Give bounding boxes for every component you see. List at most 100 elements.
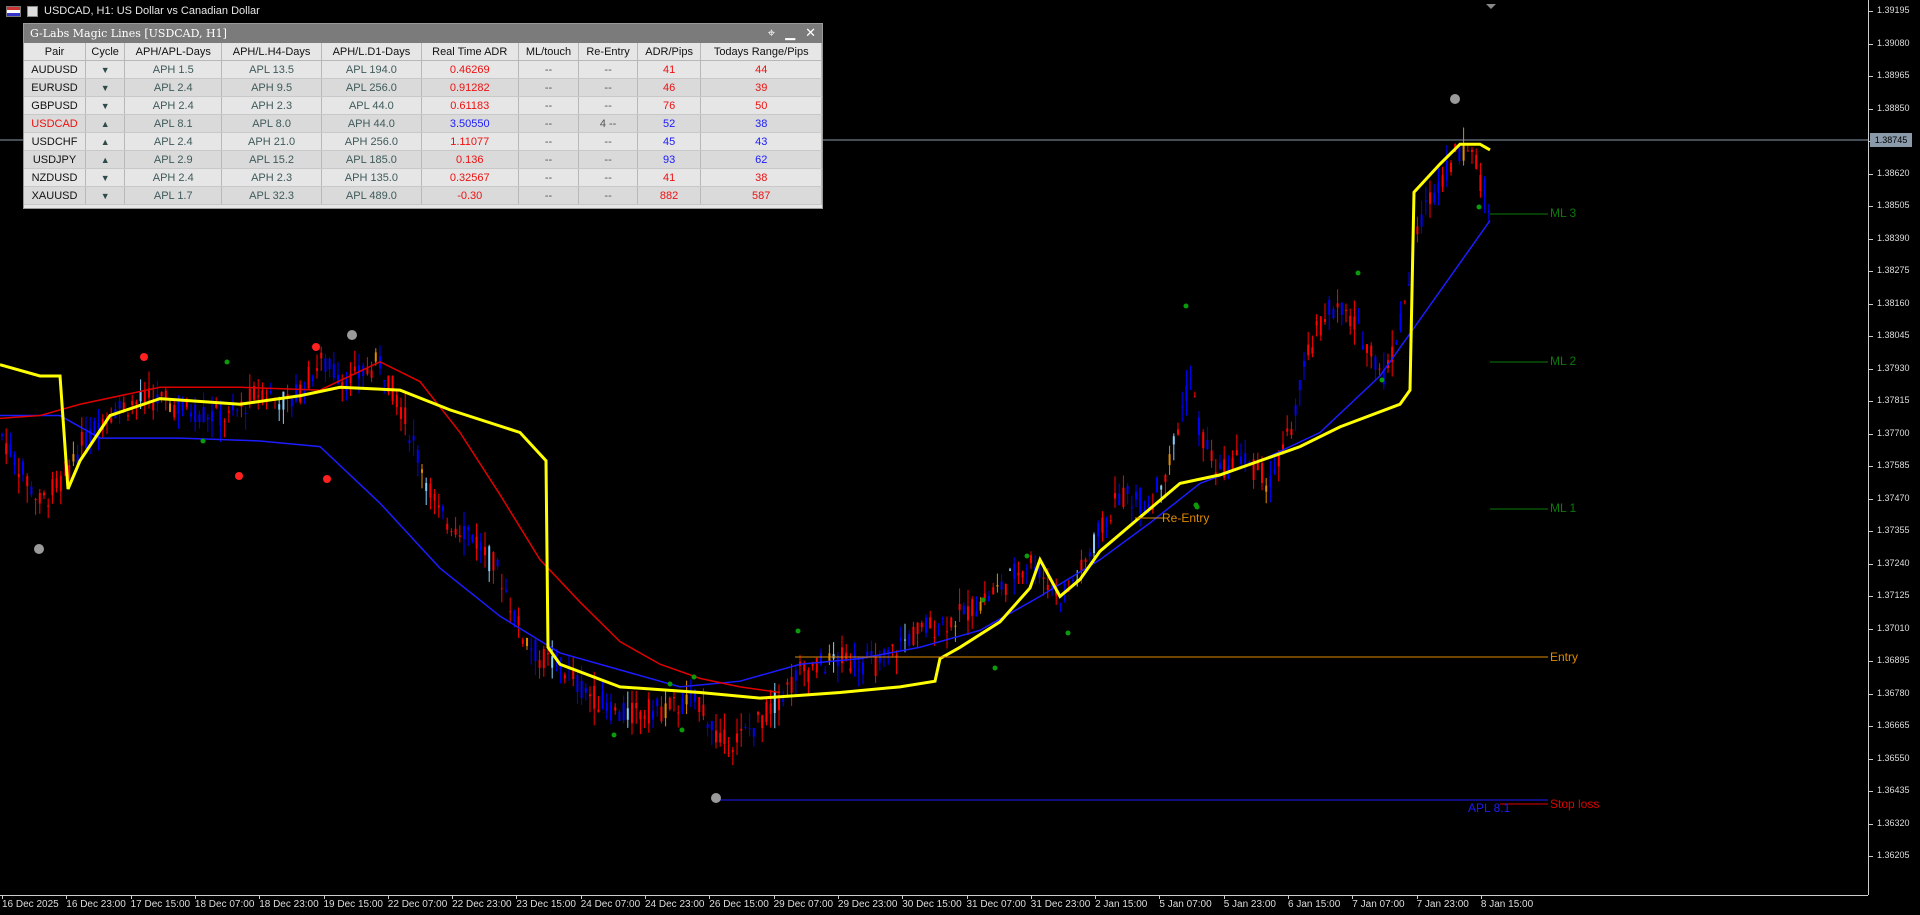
- cycle-up-icon: ▲: [85, 150, 126, 169]
- candle-body: [282, 391, 285, 410]
- candle-body: [85, 431, 87, 449]
- ml-touch-cell: --: [518, 186, 580, 205]
- candle-body: [450, 531, 453, 533]
- time-tick-label: 2 Jan 15:00: [1095, 895, 1148, 910]
- ml-touch-cell: --: [518, 96, 580, 115]
- aph-apl-days-cell: APL 2.4: [124, 132, 223, 151]
- candle-body: [59, 475, 62, 492]
- candle-body: [954, 625, 957, 627]
- pivot-red-dot: [312, 343, 320, 351]
- candle-body: [1374, 356, 1377, 370]
- dashboard-table: Pair Cycle APH/APL-Days APH/L.H4-Days APH/L.…: [24, 43, 822, 205]
- candle-body: [652, 711, 654, 720]
- candle-body: [967, 606, 969, 621]
- candle-body: [639, 711, 642, 720]
- candle-body: [1366, 344, 1368, 353]
- adr-pips-cell: 882: [637, 186, 702, 205]
- candle-body: [1483, 178, 1486, 197]
- table-row[interactable]: EURUSD ▼ APL 2.4 APH 9.5 APL 256.0 0.91282 -- -…: [24, 78, 822, 97]
- candle-body: [127, 415, 129, 417]
- candle-body: [471, 535, 474, 542]
- dashboard-header[interactable]: G-Labs Magic Lines [USDCAD, H1] ⌖ ▁ ✕: [24, 24, 822, 43]
- candle-body: [1433, 192, 1436, 203]
- candle-body: [740, 728, 743, 731]
- candle-body: [853, 653, 856, 669]
- candle-body: [223, 420, 226, 422]
- candle-body: [849, 668, 852, 672]
- candle-body: [290, 398, 293, 407]
- candle-body: [425, 482, 428, 491]
- candle-body: [257, 395, 260, 397]
- time-axis[interactable]: 16 Dec 2025 16 Dec 23:00 17 Dec 15:00 18 De…: [0, 895, 1868, 915]
- price-tick-label: 1.36550: [1869, 753, 1920, 763]
- close-icon[interactable]: ✕: [805, 27, 816, 40]
- candle-body: [295, 384, 297, 401]
- candle-body: [618, 711, 621, 721]
- aph-h4-days-cell: APH 2.3: [221, 168, 322, 187]
- price-tick-label: 1.38160: [1869, 298, 1920, 308]
- pivot-gray-dot: [347, 330, 357, 340]
- table-row[interactable]: USDJPY ▲ APL 2.9 APL 15.2 APL 185.0 0.136 -- --…: [24, 150, 822, 169]
- candle-body: [647, 699, 650, 724]
- candle-body: [248, 388, 251, 401]
- candle-body: [832, 654, 835, 659]
- candle-body: [719, 732, 722, 743]
- aph-h4-days-cell: APH 2.3: [221, 96, 322, 115]
- apl-level-label: APL 8.1: [1468, 801, 1511, 815]
- todays-range-cell: 587: [700, 186, 822, 205]
- aph-apl-days-cell: APH 1.5: [124, 60, 223, 79]
- time-tick-label: 24 Dec 23:00: [645, 895, 705, 910]
- candle-body: [883, 649, 885, 654]
- table-row[interactable]: USDCAD ▲ APL 8.1 APL 8.0 APH 44.0 3.50550 -- 4 …: [24, 114, 822, 133]
- aph-apl-days-cell: APH 2.4: [124, 96, 223, 115]
- pair-cell: XAUUSD: [24, 186, 87, 205]
- reentry-cell: --: [578, 60, 638, 79]
- pivot-green-dot: [980, 597, 986, 603]
- candle-body: [72, 454, 75, 462]
- table-row[interactable]: NZDUSD ▼ APH 2.4 APH 2.3 APH 135.0 0.32567 -- -…: [24, 168, 822, 187]
- time-tick-label: 31 Dec 07:00: [966, 895, 1026, 910]
- current-price-badge: 1.38745: [1870, 133, 1912, 147]
- time-tick-label: 18 Dec 23:00: [259, 895, 319, 910]
- candle-body: [614, 707, 617, 711]
- minimize-icon[interactable]: ▁: [785, 27, 795, 40]
- candle-body: [513, 611, 516, 623]
- candle-body: [1059, 604, 1062, 606]
- ml1-level-label: ML 1: [1550, 501, 1577, 515]
- aph-apl-days-cell: APL 2.9: [124, 150, 223, 169]
- pin-icon[interactable]: ⌖: [768, 27, 775, 40]
- stop-loss-level-label: Stop loss: [1550, 797, 1600, 811]
- candle-body: [269, 391, 272, 393]
- candle-body: [1307, 344, 1310, 356]
- reentry-cell: --: [578, 132, 638, 151]
- candle-body: [1042, 577, 1045, 579]
- candle-body: [908, 634, 911, 646]
- candle-body: [332, 363, 335, 378]
- candle-body: [475, 536, 478, 549]
- candle-body: [1122, 487, 1125, 507]
- candle-body: [584, 687, 587, 693]
- pivot-green-dot: [224, 359, 230, 365]
- candle-body: [1445, 161, 1448, 181]
- candle-body: [1458, 145, 1461, 162]
- price-tick-label: 1.38045: [1869, 330, 1920, 340]
- aph-h4-days-cell: APL 32.3: [221, 186, 322, 205]
- table-row[interactable]: GBPUSD ▼ APH 2.4 APH 2.3 APL 44.0 0.61183 -- --…: [24, 96, 822, 115]
- real-time-adr-cell: 0.32567: [421, 168, 519, 187]
- candle-body: [34, 499, 37, 501]
- candle-body: [794, 670, 797, 681]
- magic-lines-dashboard[interactable]: G-Labs Magic Lines [USDCAD, H1] ⌖ ▁ ✕ Pa…: [23, 23, 823, 209]
- pivot-green-dot: [1476, 204, 1482, 210]
- candle-body: [26, 476, 29, 487]
- candle-body: [1084, 559, 1087, 563]
- candle-body: [605, 702, 608, 712]
- candle-body: [169, 403, 171, 412]
- candle-body: [1139, 487, 1142, 513]
- candle-body: [929, 617, 932, 629]
- aph-h4-days-cell: APH 9.5: [221, 78, 322, 97]
- table-row[interactable]: USDCHF ▲ APL 2.4 APH 21.0 APH 256.0 1.11077 --…: [24, 132, 822, 151]
- candle-body: [530, 648, 533, 650]
- candle-body: [521, 639, 524, 644]
- table-row[interactable]: AUDUSD ▼ APH 1.5 APL 13.5 APL 194.0 0.46269 --…: [24, 60, 822, 79]
- table-row[interactable]: XAUUSD ▼ APL 1.7 APL 32.3 APL 489.0 -0.30 -- --…: [24, 186, 822, 205]
